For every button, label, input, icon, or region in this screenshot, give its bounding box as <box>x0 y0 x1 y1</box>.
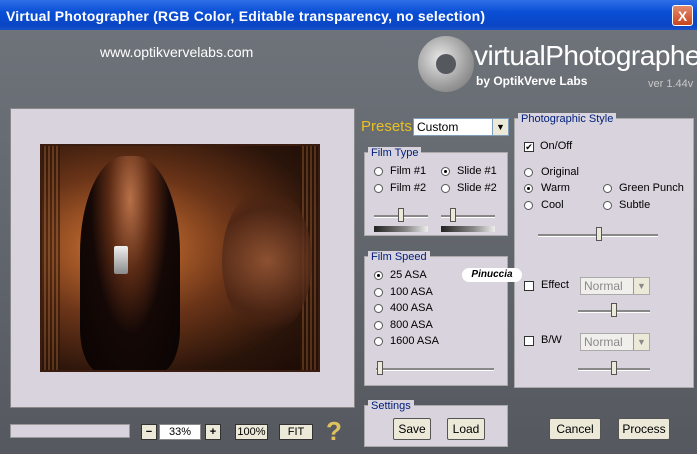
label-film-1: Film #1 <box>390 165 427 177</box>
brand-subtitle: by OptikVerve Labs <box>476 74 588 88</box>
zoom-100-button[interactable]: 100% <box>235 424 268 440</box>
radio-film-2[interactable] <box>374 184 383 193</box>
version-label: ver 1.44v <box>648 78 694 90</box>
process-button[interactable]: Process <box>618 418 670 440</box>
film-gradient <box>374 226 428 232</box>
title-bar[interactable]: Virtual Photographer (RGB Color, Editabl… <box>0 0 697 30</box>
presets-dropdown[interactable]: Custom ▼ <box>413 118 509 136</box>
label-slide-1: Slide #1 <box>457 165 497 177</box>
radio-25-asa[interactable] <box>374 271 383 280</box>
speed-slider-thumb[interactable] <box>377 361 383 375</box>
cancel-button[interactable]: Cancel <box>549 418 601 440</box>
virtual-photographer-window: Virtual Photographer (RGB Color, Editabl… <box>0 0 697 454</box>
radio-100-asa[interactable] <box>374 288 383 297</box>
close-button[interactable]: X <box>672 5 693 26</box>
label-1600-asa: 1600 ASA <box>390 335 439 347</box>
photographic-style-title: Photographic Style <box>518 113 617 126</box>
slide-slider-thumb[interactable] <box>450 208 456 222</box>
bw-slider-thumb[interactable] <box>611 361 617 375</box>
chevron-down-icon[interactable]: ▼ <box>492 119 508 135</box>
label-warm: Warm <box>541 182 570 194</box>
effect-label: Effect <box>541 279 569 291</box>
effect-slider-thumb[interactable] <box>611 303 617 317</box>
effect-value: Normal <box>584 279 623 293</box>
chevron-down-icon[interactable]: ▼ <box>633 334 649 350</box>
zoom-out-button[interactable]: − <box>141 424 157 440</box>
radio-400-asa[interactable] <box>374 304 383 313</box>
zoom-value: 33% <box>159 424 201 440</box>
effect-checkbox[interactable] <box>524 281 534 291</box>
presets-label: Presets <box>361 118 412 135</box>
onoff-label: On/Off <box>540 140 573 152</box>
label-film-2: Film #2 <box>390 182 427 194</box>
logo-icon <box>418 36 474 92</box>
radio-warm[interactable] <box>524 184 533 193</box>
film-speed-title: Film Speed <box>368 251 430 264</box>
label-800-asa: 800 ASA <box>390 319 433 331</box>
bw-label: B/W <box>541 334 562 346</box>
website-url: www.optikvervelabs.com <box>100 44 254 60</box>
speed-slider-track <box>376 368 494 371</box>
bw-dropdown[interactable]: Normal ▼ <box>580 333 650 351</box>
progress-bar <box>10 424 130 438</box>
label-400-asa: 400 ASA <box>390 302 433 314</box>
label-100-asa: 100 ASA <box>390 286 433 298</box>
radio-slide-2[interactable] <box>441 184 450 193</box>
chevron-down-icon[interactable]: ▼ <box>633 278 649 294</box>
label-slide-2: Slide #2 <box>457 182 497 194</box>
radio-cool[interactable] <box>524 201 533 210</box>
effect-dropdown[interactable]: Normal ▼ <box>580 277 650 295</box>
window-title: Virtual Photographer (RGB Color, Editabl… <box>6 8 486 24</box>
brand-title: virtualPhotographer <box>474 40 697 71</box>
radio-subtle[interactable] <box>603 201 612 210</box>
onoff-checkbox[interactable]: ✔ <box>524 142 534 152</box>
load-button[interactable]: Load <box>447 418 485 440</box>
radio-slide-1[interactable] <box>441 167 450 176</box>
bw-value: Normal <box>584 335 623 349</box>
bw-checkbox[interactable] <box>524 336 534 346</box>
label-cool: Cool <box>541 199 564 211</box>
radio-800-asa[interactable] <box>374 321 383 330</box>
settings-title: Settings <box>368 400 414 413</box>
zoom-in-button[interactable]: + <box>205 424 221 440</box>
label-25-asa: 25 ASA <box>390 269 427 281</box>
help-icon[interactable]: ? <box>326 418 342 444</box>
label-green-punch: Green Punch <box>619 182 684 194</box>
zoom-fit-button[interactable]: FIT <box>279 424 313 440</box>
film-type-title: Film Type <box>368 147 422 160</box>
preview-image <box>40 144 320 372</box>
watermark-label: Pinuccia <box>462 268 522 282</box>
film-slider-thumb[interactable] <box>398 208 404 222</box>
label-subtle: Subtle <box>619 199 651 211</box>
style-slider-thumb[interactable] <box>596 227 602 241</box>
slide-gradient <box>441 226 495 232</box>
radio-1600-asa[interactable] <box>374 337 383 346</box>
radio-green-punch[interactable] <box>603 184 612 193</box>
presets-value: Custom <box>417 120 459 134</box>
radio-original[interactable] <box>524 168 533 177</box>
radio-film-1[interactable] <box>374 167 383 176</box>
save-button[interactable]: Save <box>393 418 431 440</box>
label-original: Original <box>541 166 579 178</box>
